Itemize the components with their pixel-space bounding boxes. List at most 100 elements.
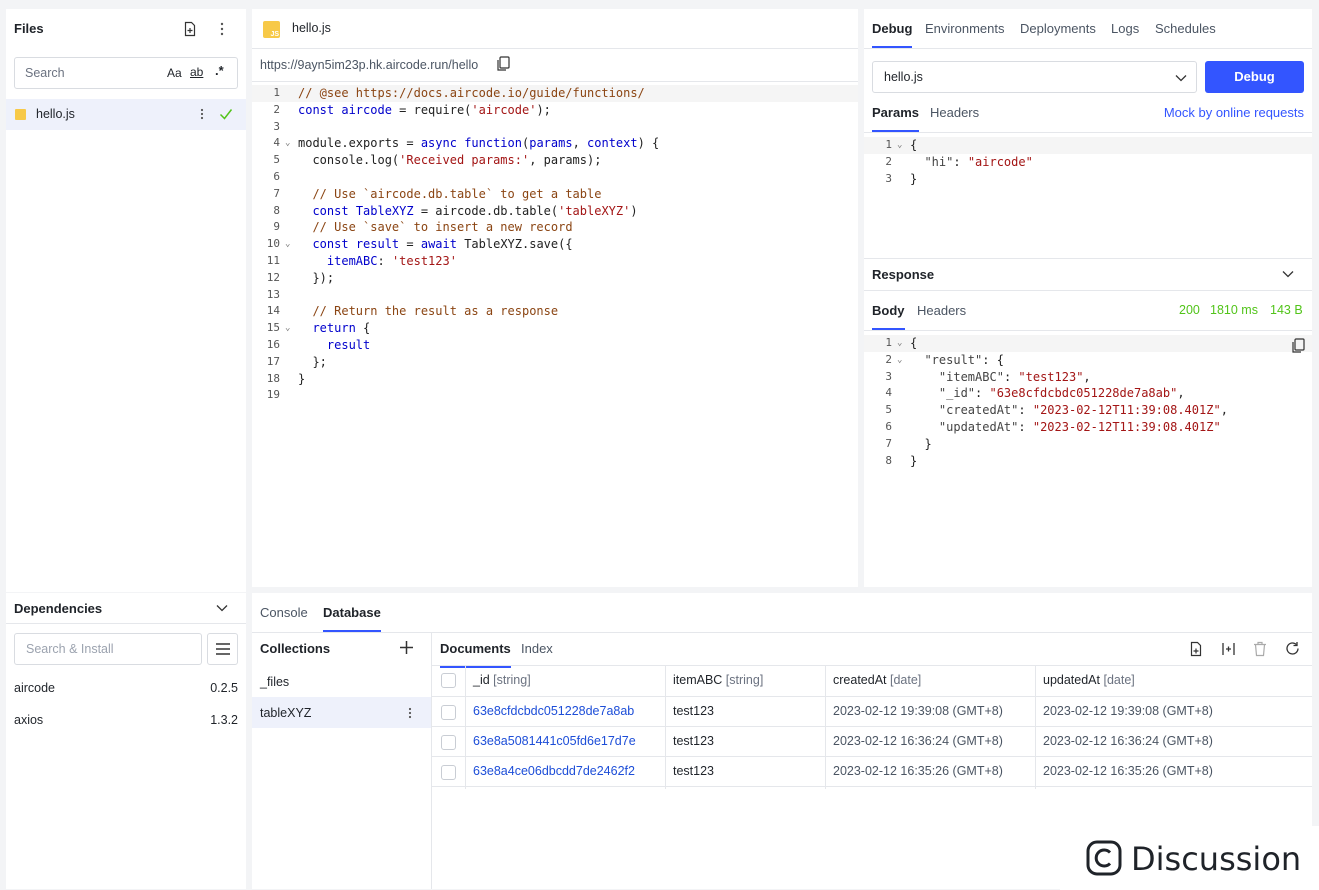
- code-text: {: [910, 336, 918, 350]
- line-number: 2: [273, 102, 280, 116]
- chevron-down-icon[interactable]: [216, 604, 228, 612]
- file-more-icon[interactable]: [198, 107, 206, 121]
- dependency-version: 0.2.5: [210, 681, 238, 695]
- add-column-icon[interactable]: [1221, 641, 1236, 657]
- collection-item-selected[interactable]: tableXYZ: [252, 697, 431, 728]
- file-item-hello[interactable]: hello.js: [6, 99, 246, 130]
- function-url[interactable]: https://9ayn5im23p.hk.aircode.run/hello: [260, 58, 478, 72]
- tab-logs[interactable]: Logs: [1111, 21, 1139, 36]
- mock-online-link[interactable]: Mock by online requests: [1164, 105, 1304, 120]
- line-number: 18: [266, 371, 280, 385]
- fold-chevron-icon[interactable]: ⌄: [897, 335, 902, 352]
- line-number: 6: [273, 169, 280, 183]
- code-line: 7 }: [864, 436, 1312, 453]
- params-editor[interactable]: 1 ⌄{2 "hi": "aircode" 3}: [864, 137, 1312, 187]
- regex-toggle[interactable]: .*: [215, 63, 224, 78]
- column-header[interactable]: updatedAt [date]: [1043, 673, 1135, 687]
- debug-button[interactable]: Debug: [1205, 61, 1304, 93]
- row-divider: [432, 786, 1312, 787]
- code-line: 16 result: [252, 337, 858, 354]
- collection-item[interactable]: _files: [252, 667, 431, 697]
- column-header[interactable]: _id [string]: [473, 673, 531, 687]
- tab-body[interactable]: Body: [872, 303, 905, 330]
- dependencies-title: Dependencies: [14, 601, 103, 616]
- dependency-item[interactable]: aircode 0.2.5: [6, 679, 246, 699]
- document-id-link[interactable]: 63e8cfdcbdc051228de7a8ab: [473, 704, 634, 718]
- match-case-toggle[interactable]: Aa: [167, 66, 182, 80]
- table-cell: test123: [673, 764, 715, 778]
- fold-chevron-icon[interactable]: ⌄: [285, 135, 290, 152]
- file-select[interactable]: hello.js: [872, 61, 1197, 93]
- code-line: 19: [252, 387, 858, 404]
- column-name: _id: [473, 673, 490, 687]
- response-time: 1810 ms: [1210, 303, 1258, 317]
- discussion-logo-icon: [1086, 840, 1122, 876]
- column-divider: [1035, 665, 1036, 789]
- table-cell: test123: [673, 704, 715, 718]
- tab-console[interactable]: Console: [260, 605, 308, 620]
- row-checkbox[interactable]: [441, 705, 456, 720]
- line-number: 17: [266, 354, 280, 368]
- line-number: 1: [885, 138, 892, 151]
- fold-chevron-icon[interactable]: ⌄: [285, 236, 290, 253]
- collection-more-icon[interactable]: [406, 706, 414, 720]
- code-text: // Use `aircode.db.table` to get a table: [312, 186, 602, 201]
- add-collection-icon[interactable]: [400, 641, 413, 654]
- column-divider: [825, 665, 826, 789]
- new-file-icon[interactable]: [182, 21, 198, 37]
- table-cell: 2023-02-12 19:39:08 (GMT+8): [1043, 704, 1213, 718]
- files-search-box[interactable]: Search Aa ab .*: [14, 57, 238, 89]
- fold-chevron-icon[interactable]: ⌄: [897, 137, 902, 154]
- editor-tab[interactable]: JS hello.js: [252, 9, 362, 48]
- column-header[interactable]: itemABC [string]: [673, 673, 763, 687]
- tab-debug[interactable]: Debug: [872, 21, 913, 48]
- line-number: 11: [266, 253, 280, 267]
- more-vertical-icon[interactable]: [216, 21, 228, 37]
- collections-title: Collections: [260, 641, 331, 656]
- tab-environments[interactable]: Environments: [925, 21, 1004, 36]
- row-divider: [432, 726, 1312, 727]
- tab-deployments[interactable]: Deployments: [1020, 21, 1096, 36]
- code-line: 2 ⌄ "result": {: [864, 352, 1312, 369]
- tab-database[interactable]: Database: [323, 605, 381, 632]
- tab-index[interactable]: Index: [521, 641, 553, 656]
- line-number: 14: [266, 304, 280, 318]
- tab-response-headers[interactable]: Headers: [917, 303, 966, 318]
- chevron-down-icon[interactable]: [1282, 270, 1294, 278]
- dependency-item[interactable]: axios 1.3.2: [6, 711, 246, 731]
- code-text: console.log('Received params:', params);: [298, 153, 602, 168]
- tab-schedules[interactable]: Schedules: [1155, 21, 1216, 36]
- row-checkbox[interactable]: [441, 765, 456, 780]
- tab-documents[interactable]: Documents: [440, 641, 511, 668]
- refresh-icon[interactable]: [1285, 641, 1300, 656]
- fold-chevron-icon[interactable]: ⌄: [285, 320, 290, 337]
- document-id-link[interactable]: 63e8a5081441c05fd6e17d7e: [473, 734, 636, 748]
- copy-icon[interactable]: [496, 56, 510, 72]
- dependencies-panel: Dependencies Search & Install aircode 0.…: [6, 593, 246, 889]
- tab-params[interactable]: Params: [872, 105, 919, 132]
- delete-icon[interactable]: [1253, 641, 1267, 657]
- dependency-search-input[interactable]: Search & Install: [14, 633, 202, 665]
- line-number: 2: [885, 154, 892, 168]
- row-checkbox[interactable]: [441, 735, 456, 750]
- match-word-toggle[interactable]: ab: [190, 65, 203, 79]
- table-cell: 2023-02-12 16:36:24 (GMT+8): [833, 734, 1003, 748]
- code-line: 3: [252, 119, 858, 136]
- tab-request-headers[interactable]: Headers: [930, 105, 979, 120]
- dependency-list-button[interactable]: [207, 633, 238, 665]
- code-text: };: [298, 354, 327, 369]
- js-file-icon: JS: [263, 21, 280, 38]
- code-text: const TableXYZ = aircode.db.table('table…: [312, 203, 638, 218]
- add-document-icon[interactable]: [1189, 641, 1204, 657]
- fold-chevron-icon[interactable]: ⌄: [897, 352, 902, 369]
- select-all-checkbox[interactable]: [441, 673, 456, 688]
- column-header[interactable]: createdAt [date]: [833, 673, 921, 687]
- documents-table: _id [string] itemABC [string] createdAt [d…: [432, 665, 1312, 789]
- document-id-link[interactable]: 63e8a4ce06dbcdd7de2462f2: [473, 764, 635, 778]
- column-divider: [665, 665, 666, 789]
- dependency-version: 1.3.2: [210, 713, 238, 727]
- code-editor[interactable]: 1 // @see https://docs.aircode.io/guide/f…: [252, 85, 858, 404]
- copy-icon[interactable]: [1291, 338, 1305, 354]
- code-line: 8}: [864, 453, 1312, 470]
- discussion-watermark: Discussion: [1060, 826, 1319, 890]
